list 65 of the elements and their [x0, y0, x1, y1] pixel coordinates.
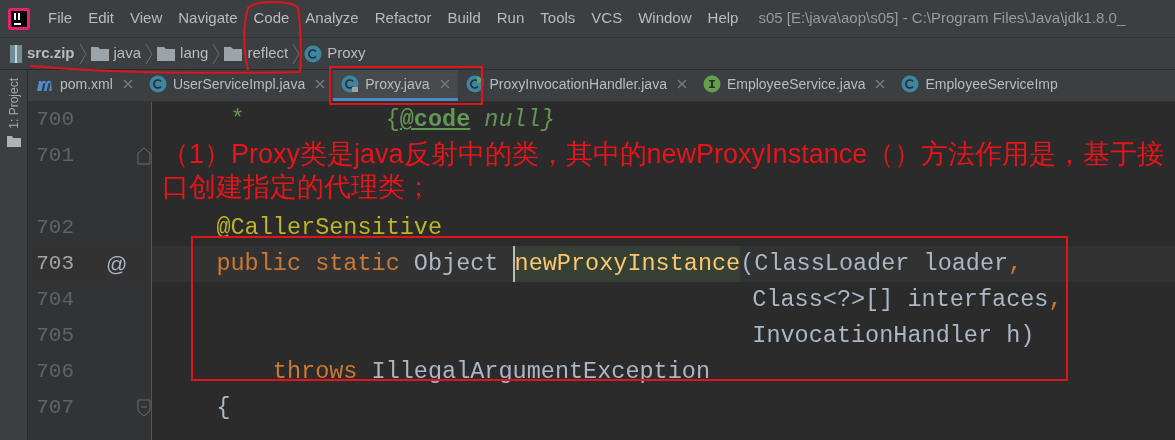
tab-label: ProxyInvocationHandler.java [489, 74, 667, 94]
menu-item[interactable]: Help [699, 7, 747, 30]
app-logo-icon [8, 7, 30, 30]
menu-item[interactable]: File [40, 7, 81, 30]
class-icon [304, 44, 323, 63]
menu-item[interactable]: Analyze [297, 7, 367, 30]
class-icon [465, 75, 484, 93]
class-icon [341, 75, 360, 93]
editor-tab[interactable]: pom.xml [28, 70, 141, 101]
chevron-icon [292, 42, 301, 65]
code-line: @CallerSensitive [215, 213, 443, 244]
close-icon[interactable] [875, 79, 886, 89]
code-line: * {@code null} [229, 105, 555, 136]
fold-marker-icon[interactable] [137, 147, 151, 165]
close-icon[interactable] [676, 79, 687, 89]
chevron-icon [212, 42, 221, 65]
menu-item[interactable]: Tools [532, 7, 584, 30]
editor-tab[interactable]: EmployeeService.java [694, 70, 894, 101]
menu-item[interactable]: Run [488, 7, 533, 30]
class-icon [148, 75, 167, 93]
code-line: public static Object newProxyInstance(ClassLoader loader, [152, 246, 1023, 282]
breadcrumb-item[interactable]: java [113, 42, 142, 65]
menu-item[interactable]: Code [245, 7, 298, 30]
breadcrumb-item[interactable]: reflect [247, 42, 289, 65]
tab-label: pom.xml [60, 74, 113, 94]
chevron-icon [145, 42, 154, 65]
folder-icon [90, 46, 109, 61]
code-line: throws IllegalArgumentException [271, 357, 710, 388]
close-icon[interactable] [439, 79, 450, 89]
class-icon [901, 75, 920, 93]
code-line: InvocationHandler h) [751, 321, 1035, 352]
chevron-icon [78, 42, 87, 65]
menu-item[interactable]: View [122, 7, 171, 30]
archive-icon [10, 44, 22, 63]
interface-icon [702, 75, 721, 93]
tab-label: EmployeeService.java [726, 74, 866, 94]
annotation-note: （1）Proxy类是java反射中的类，其中的newProxyInstance（）方法作用是，基于接口创建指定的代理类； [162, 138, 1166, 204]
menu-item[interactable]: VCS [583, 7, 631, 30]
editor-tab[interactable]: EmployeeServiceImp [893, 70, 1066, 101]
tab-label: EmployeeServiceImp [925, 74, 1058, 94]
folder-icon [157, 46, 176, 61]
breadcrumb-item[interactable]: src.zip [27, 42, 75, 65]
close-icon[interactable] [315, 79, 326, 89]
menu-item[interactable]: Build [439, 7, 489, 30]
editor-tab[interactable]: ProxyInvocationHandler.java [457, 70, 695, 101]
window-title: s05 [E:\java\aop\s05] - C:\Program Files\Java\jdk1.8.0_ [758, 8, 1126, 29]
editor-tab[interactable]: UserServiceImpl.java [140, 70, 334, 101]
code-line: Class<?>[] interfaces, [751, 285, 1063, 316]
menu-item[interactable]: Refactor [366, 7, 440, 30]
tab-label: Proxy.java [365, 74, 430, 94]
project-tool-button[interactable]: 1: Project [4, 78, 23, 129]
menu-item[interactable]: Navigate [170, 7, 246, 30]
folder-icon [224, 46, 243, 61]
editor-tab[interactable]: Proxy.java [333, 70, 458, 101]
folder-icon [6, 134, 21, 147]
gutter-mark: @ [106, 251, 128, 278]
line-number: 703 [35, 251, 74, 278]
menu-item[interactable]: Window [630, 7, 700, 30]
code-line: { [215, 393, 231, 424]
close-icon[interactable] [122, 79, 133, 89]
breadcrumb-item[interactable]: Proxy [327, 42, 366, 65]
fold-marker-icon[interactable] [137, 399, 151, 417]
breadcrumb-item[interactable]: lang [180, 42, 209, 65]
menu-item[interactable]: Edit [80, 7, 123, 30]
tab-label: UserServiceImpl.java [172, 74, 306, 94]
